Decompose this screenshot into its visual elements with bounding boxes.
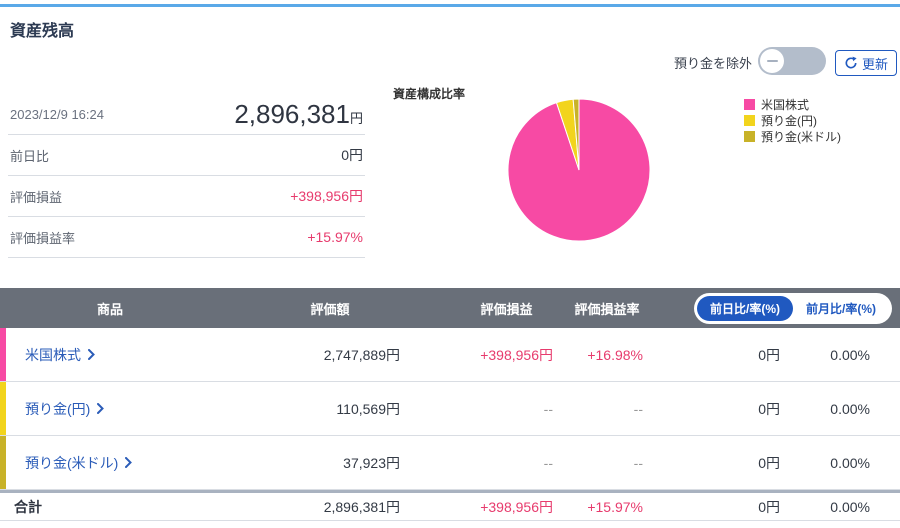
cell-pl-rate: -- [553,401,643,417]
total-change-rate: 0.00% [780,499,900,515]
row-color-bar [0,382,6,435]
exclude-deposits-label: 預り金を除外 [674,53,752,72]
table-header: 商品 評価額 評価損益 評価損益率 前日比/率(%) 前月比/率(%) [0,288,900,328]
col-header-product: 商品 [0,299,250,318]
legend-swatch-us-stocks [744,99,755,110]
refresh-button[interactable]: 更新 [835,50,897,76]
total-label: 合計 [0,497,250,517]
table-row-us-stocks: 米国株式 2,747,889円 +398,956円 +16.98% 0円 0.0… [0,328,900,382]
cell-value: 110,569円 [250,399,400,419]
cell-pl: -- [400,455,553,471]
table-row-usd-deposit: 預り金(米ドル) 37,923円 -- -- 0円 0.00% [0,436,900,490]
chevron-right-icon[interactable] [97,403,104,414]
top-accent-line [0,4,900,7]
cell-change: 0円 [643,345,780,365]
row-color-bar [0,436,6,489]
total-pl: +398,956円 [400,497,553,517]
refresh-icon [844,56,858,70]
total-pl-rate: +15.97% [553,499,643,515]
legend-item: 米国株式 [744,96,841,112]
summary-row-pl-rate: 評価損益率 +15.97% [8,217,365,258]
cell-change-rate: 0.00% [780,401,900,417]
table-row-jpy-deposit: 預り金(円) 110,569円 -- -- 0円 0.00% [0,382,900,436]
top-controls: 預り金を除外 更新 [690,46,898,76]
summary-total-row: 2023/12/9 16:24 2,896,381円 [8,94,365,135]
chevron-right-icon[interactable] [125,457,132,468]
legend-label: 預り金(米ドル) [761,128,841,145]
legend-label: 米国株式 [761,96,809,113]
legend-swatch-usd-deposit [744,131,755,142]
toggle-knob [760,49,784,73]
summary-timestamp: 2023/12/9 16:24 [10,107,104,122]
pie-legend: 米国株式 預り金(円) 預り金(米ドル) [744,96,841,144]
asset-composition-pie-chart [505,96,653,244]
col-header-pl-rate: 評価損益率 [553,299,643,318]
product-link-jpy-deposit[interactable]: 預り金(円) [25,399,90,419]
summary-panel: 2023/12/9 16:24 2,896,381円 前日比 0円 評価損益 +… [8,94,365,258]
period-toggle: 前日比/率(%) 前月比/率(%) [694,293,892,324]
cell-change-rate: 0.00% [780,455,900,471]
legend-item: 預り金(円) [744,112,841,128]
refresh-label: 更新 [862,54,888,73]
legend-swatch-jpy-deposit [744,115,755,126]
pie-chart-title: 資産構成比率 [393,85,465,102]
total-asset-value: 2,896,381円 [234,99,363,130]
legend-item: 預り金(米ドル) [744,128,841,144]
cell-change-rate: 0.00% [780,347,900,363]
cell-pl-rate: +16.98% [553,347,643,363]
cell-pl: +398,956円 [400,345,553,365]
chevron-right-icon[interactable] [88,349,95,360]
period-toggle-day[interactable]: 前日比/率(%) [697,296,793,321]
page-title: 資産残高 [10,17,74,41]
yen-unit: 円 [350,111,363,126]
period-toggle-month[interactable]: 前月比/率(%) [793,296,889,321]
table-total-row: 合計 2,896,381円 +398,956円 +15.97% 0円 0.00% [0,493,900,521]
col-header-value: 評価額 [250,299,400,318]
cell-pl: -- [400,401,553,417]
pl-value: +398,956円 [290,186,363,206]
total-value: 2,896,381円 [250,497,400,517]
row-color-bar [0,328,6,381]
summary-row-day-change: 前日比 0円 [8,135,365,176]
exclude-deposits-toggle[interactable] [758,47,826,75]
toggle-off-dash-icon [767,60,778,62]
summary-row-pl: 評価損益 +398,956円 [8,176,365,217]
legend-label: 預り金(円) [761,112,817,129]
day-change-value: 0円 [341,145,363,165]
cell-change: 0円 [643,453,780,473]
asset-table: 商品 評価額 評価損益 評価損益率 前日比/率(%) 前月比/率(%) 米国株式… [0,288,900,521]
product-link-usd-deposit[interactable]: 預り金(米ドル) [25,453,118,473]
pl-rate-value: +15.97% [307,229,363,245]
product-link-us-stocks[interactable]: 米国株式 [25,345,81,365]
cell-value: 37,923円 [250,453,400,473]
cell-pl-rate: -- [553,455,643,471]
cell-change: 0円 [643,399,780,419]
col-header-pl: 評価損益 [400,299,553,318]
cell-value: 2,747,889円 [250,345,400,365]
total-change: 0円 [643,497,780,517]
